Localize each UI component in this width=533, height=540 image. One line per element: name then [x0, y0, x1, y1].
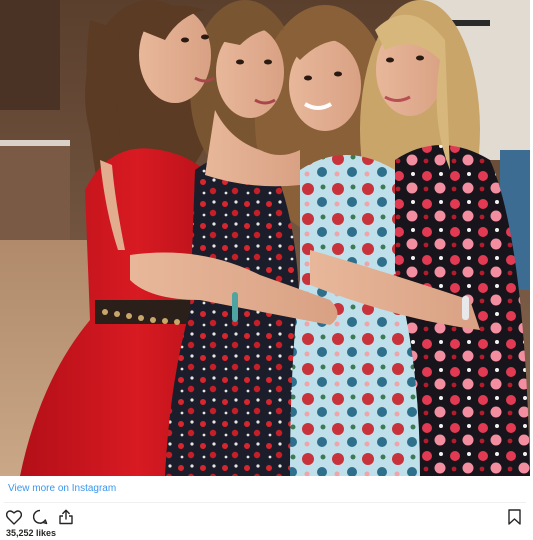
view-more-on-instagram-link[interactable]: View more on Instagram: [8, 483, 116, 494]
divider: [4, 502, 526, 503]
save-button[interactable]: [504, 507, 524, 527]
photo-illustration: [0, 0, 530, 476]
bookmark-icon: [507, 509, 521, 525]
share-button[interactable]: [56, 507, 76, 527]
like-button[interactable]: [4, 507, 24, 527]
post-photo[interactable]: [0, 0, 530, 476]
comment-bubble-icon: [32, 509, 48, 525]
action-bar: [4, 507, 76, 527]
instagram-embed: View more on Instagram 35,252 likes: [0, 0, 530, 540]
comment-button[interactable]: [30, 507, 50, 527]
heart-icon: [6, 509, 22, 525]
likes-count: 35,252 likes: [6, 528, 57, 538]
share-upload-icon: [59, 509, 73, 525]
